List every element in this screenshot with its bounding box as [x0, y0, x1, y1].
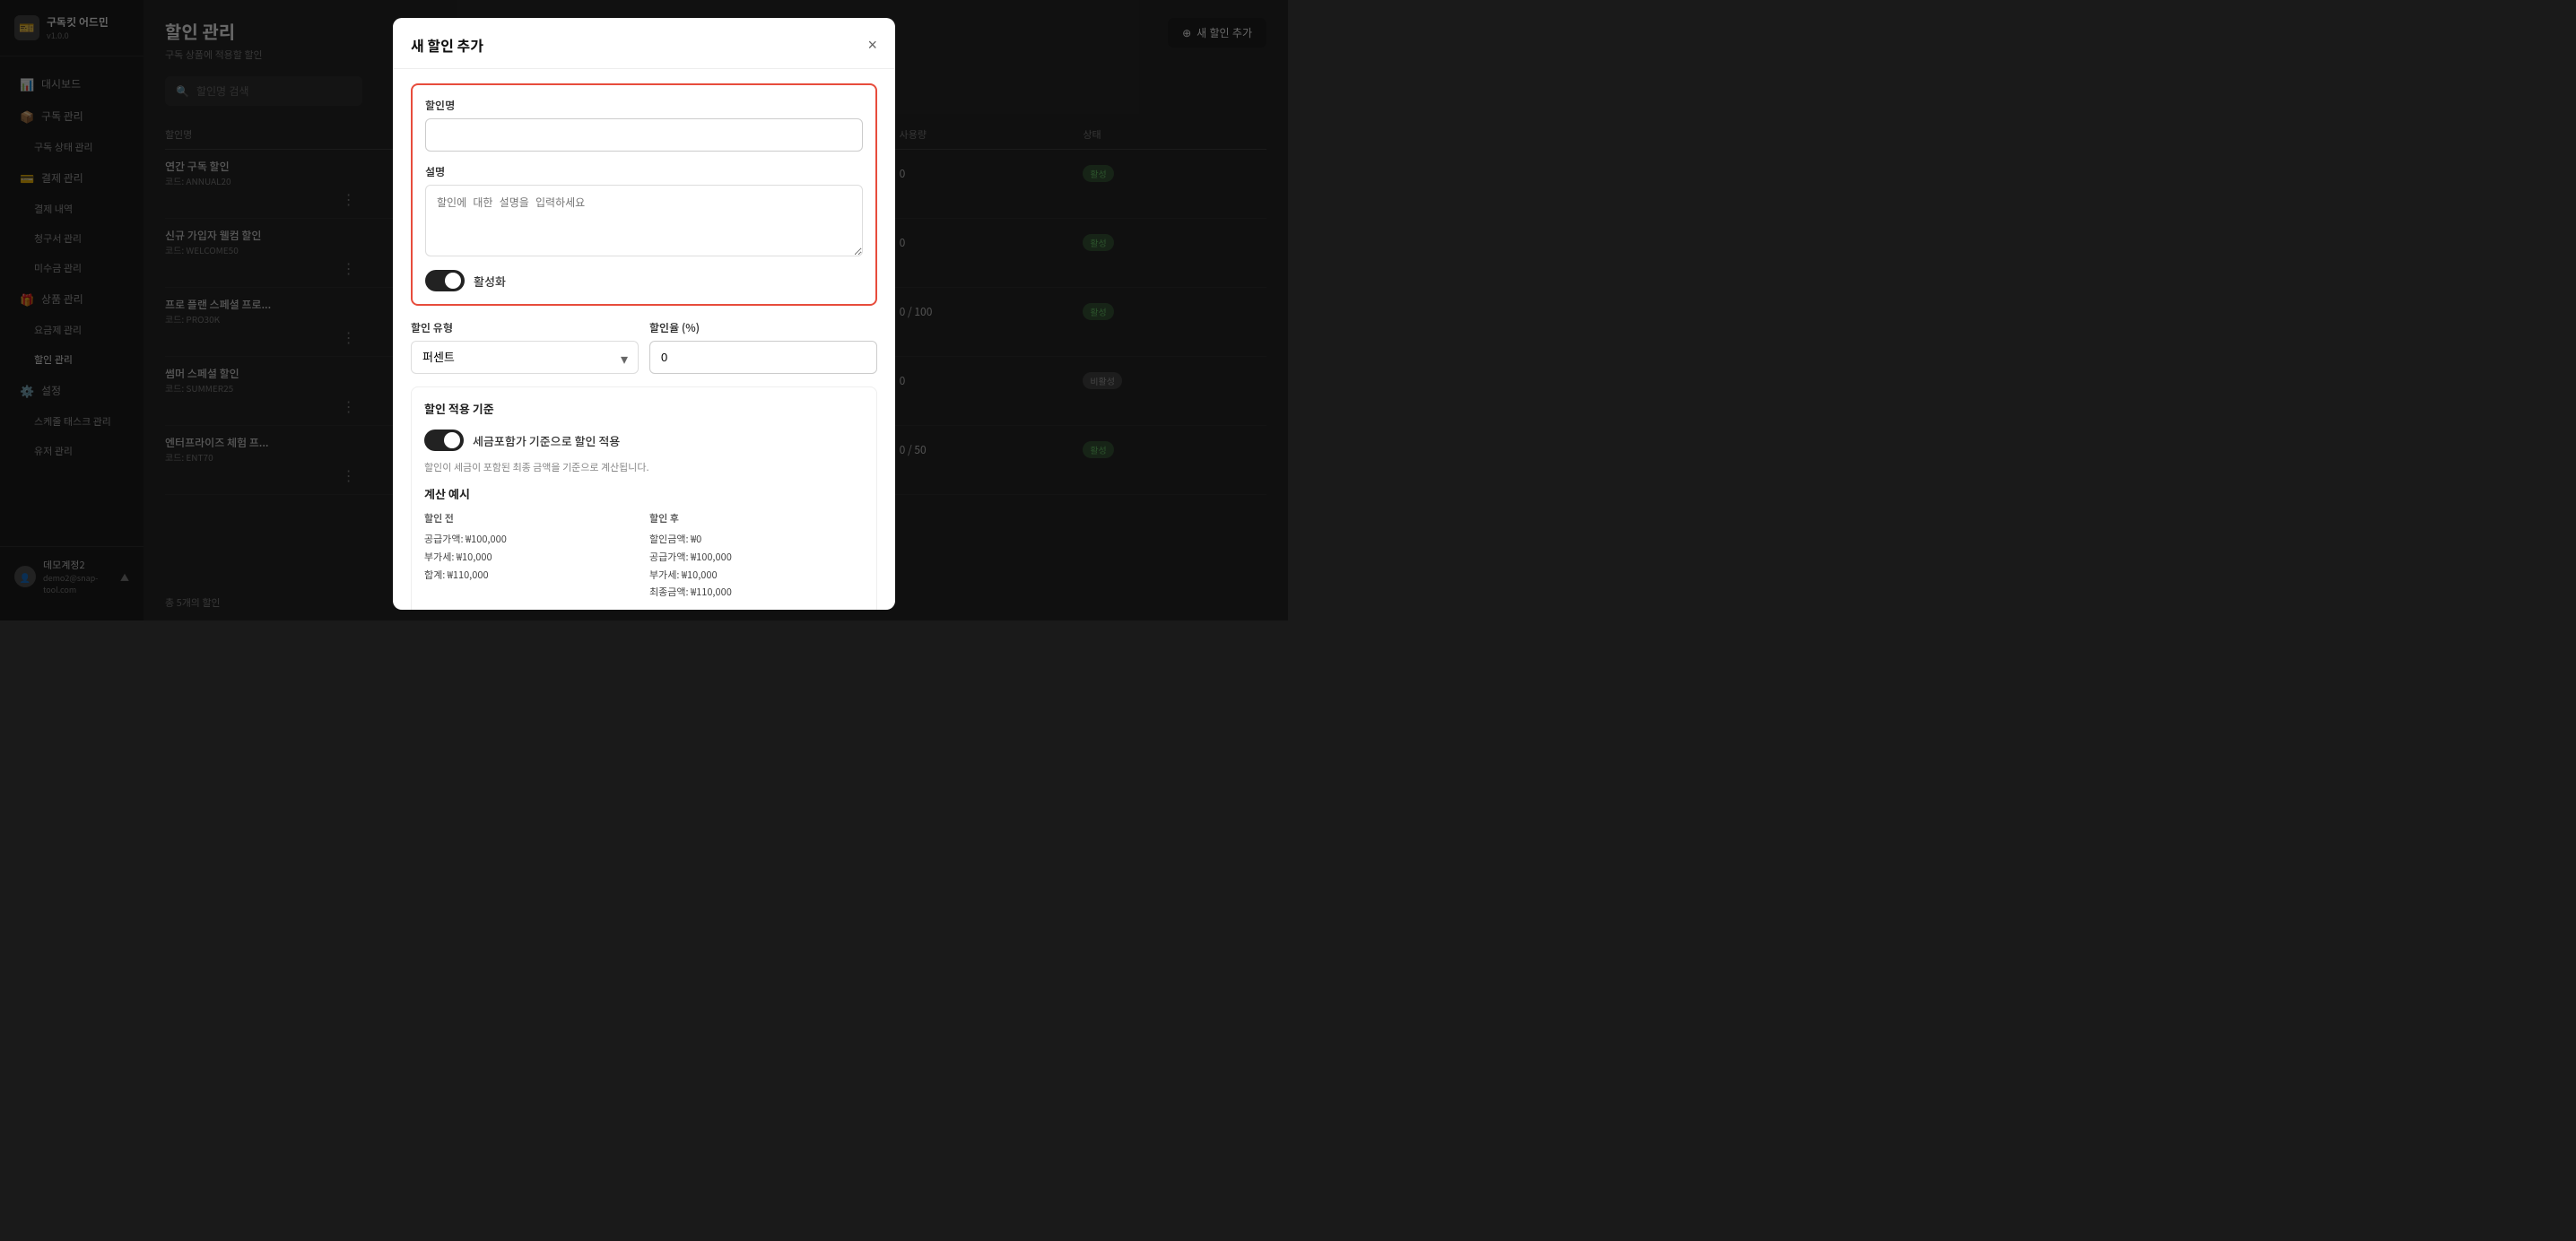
discount-name-input[interactable]	[425, 118, 863, 152]
tax-toggle-slider	[424, 430, 464, 451]
calc-title: 계산 예시	[424, 485, 864, 502]
toggle-slider	[425, 270, 465, 291]
calc-line: 최종금액: ₩110,000	[649, 584, 864, 602]
calc-line: 합계: ₩110,000	[424, 567, 639, 585]
calc-grid: 할인 전 공급가액: ₩100,000부가세: ₩10,000합계: ₩110,…	[424, 511, 864, 602]
modal-title: 새 할인 추가	[411, 34, 483, 56]
desc-textarea[interactable]	[425, 185, 863, 256]
activate-toggle-row: 활성화	[425, 270, 863, 291]
type-select-wrap: 퍼센트 고정금액 ▾	[411, 341, 639, 374]
type-col: 할인 유형 퍼센트 고정금액 ▾	[411, 320, 639, 374]
calc-line: 할인금액: ₩0	[649, 531, 864, 549]
calc-before-title: 할인 전	[424, 511, 639, 525]
calc-line: 공급가액: ₩100,000	[649, 549, 864, 567]
apply-desc: 할인이 세금이 포함된 최종 금액을 기준으로 계산됩니다.	[424, 460, 864, 474]
activate-label: 활성화	[474, 273, 506, 290]
calc-line: 부가세: ₩10,000	[649, 567, 864, 585]
calc-line: 공급가액: ₩100,000	[424, 531, 639, 549]
rate-col: 할인율 (%)	[649, 320, 877, 374]
modal-header: 새 할인 추가 ×	[393, 18, 895, 69]
tax-toggle-label: 세금포함가 기준으로 할인 적용	[473, 432, 620, 449]
name-label: 할인명	[425, 98, 863, 113]
apply-criteria-section: 할인 적용 기준 세금포함가 기준으로 할인 적용 할인이 세금이 포함된 최종…	[411, 386, 877, 610]
tax-toggle-row: 세금포함가 기준으로 할인 적용	[424, 430, 864, 451]
tax-toggle[interactable]	[424, 430, 464, 451]
add-discount-modal: 새 할인 추가 × 할인명 설명 활성화	[393, 18, 895, 610]
calc-before: 할인 전 공급가액: ₩100,000부가세: ₩10,000합계: ₩110,…	[424, 511, 639, 602]
modal-body: 할인명 설명 활성화 할인 유형	[393, 69, 895, 610]
type-label: 할인 유형	[411, 320, 639, 335]
modal-overlay: 새 할인 추가 × 할인명 설명 활성화	[0, 0, 1288, 620]
calc-line: 부가세: ₩10,000	[424, 549, 639, 567]
calc-after-title: 할인 후	[649, 511, 864, 525]
activate-toggle[interactable]	[425, 270, 465, 291]
discount-type-select[interactable]: 퍼센트 고정금액	[411, 341, 639, 374]
desc-label: 설명	[425, 164, 863, 179]
type-rate-row: 할인 유형 퍼센트 고정금액 ▾ 할인율 (%)	[411, 320, 877, 374]
calc-after: 할인 후 할인금액: ₩0공급가액: ₩100,000부가세: ₩10,000최…	[649, 511, 864, 602]
apply-section-title: 할인 적용 기준	[424, 400, 864, 417]
primary-fields-section: 할인명 설명 활성화	[411, 83, 877, 306]
calc-example: 계산 예시 할인 전 공급가액: ₩100,000부가세: ₩10,000합계:…	[424, 485, 864, 602]
rate-label: 할인율 (%)	[649, 320, 877, 335]
close-button[interactable]: ×	[867, 37, 877, 53]
discount-rate-input[interactable]	[649, 341, 877, 374]
